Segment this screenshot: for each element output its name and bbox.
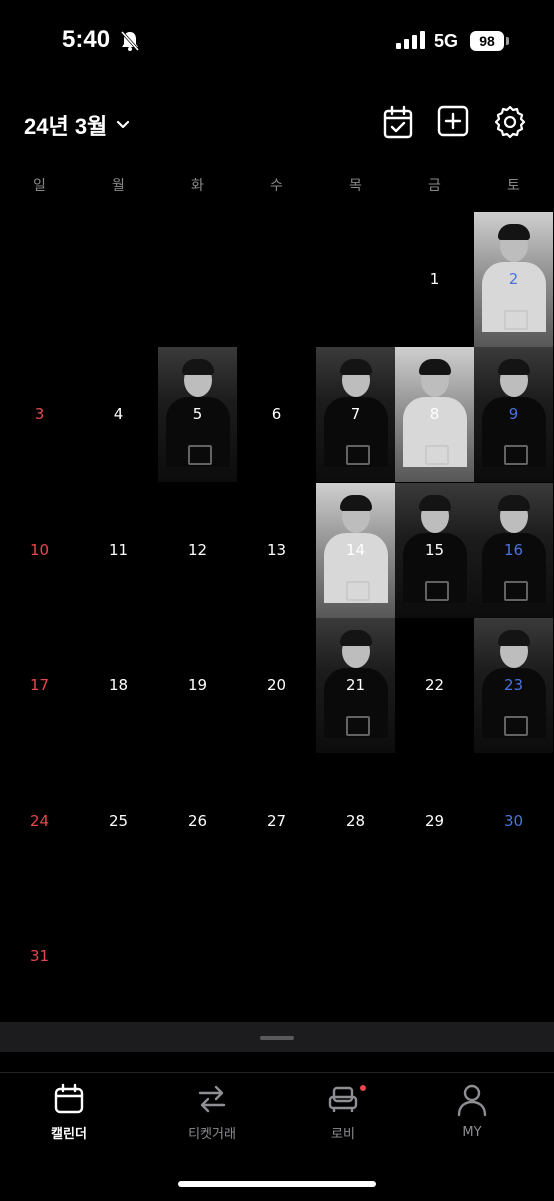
calendar-day[interactable]: 1 [395, 212, 474, 347]
month-title[interactable]: 24년 3월 [24, 109, 107, 141]
day-number: 30 [503, 811, 524, 830]
weekday-wed: 수 [270, 178, 283, 194]
day-number: 17 [29, 676, 50, 695]
day-number: 5 [192, 405, 203, 424]
day-number: 31 [29, 947, 50, 965]
tab-my-label: MY [462, 1125, 482, 1140]
weekday-sat: 토 [507, 178, 520, 194]
signal-icon [396, 31, 426, 53]
home-indicator [178, 1181, 376, 1187]
weekday-mon: 월 [112, 178, 125, 194]
calendar-day[interactable]: 5 [158, 347, 237, 483]
calendar-day[interactable]: 25 [79, 754, 158, 889]
add-icon[interactable] [437, 105, 471, 139]
calendar-day[interactable]: 15 [395, 482, 474, 618]
calendar-day[interactable]: 27 [237, 754, 316, 889]
sofa-icon [274, 1083, 412, 1119]
day-number: 28 [345, 811, 366, 830]
calendar-day[interactable]: 12 [158, 483, 237, 618]
calendar-day[interactable]: 8 [395, 347, 474, 483]
calendar-day[interactable]: 18 [79, 618, 158, 753]
day-number: 8 [429, 405, 440, 424]
gear-icon[interactable] [493, 105, 527, 139]
calendar-day[interactable]: 28 [316, 754, 395, 889]
calendar-day[interactable]: 17 [0, 618, 79, 753]
tab-lobby-label: 로비 [331, 1127, 355, 1142]
calendar-day[interactable]: 11 [79, 483, 158, 618]
calendar-day[interactable]: 7 [316, 347, 395, 483]
day-number: 9 [508, 405, 519, 424]
tab-lobby[interactable]: 로비 [274, 1083, 412, 1142]
notification-dot [360, 1085, 366, 1091]
calendar-header: 24년 3월 [0, 95, 554, 155]
day-number: 20 [266, 676, 287, 695]
day-number: 2 [508, 270, 519, 288]
calendar-check-icon[interactable] [382, 105, 416, 139]
weekday-header: 일 월 화 수 목 금 토 [0, 175, 554, 201]
day-number: 26 [187, 811, 208, 830]
day-number: 4 [113, 405, 124, 424]
calendar-icon [0, 1083, 138, 1119]
weekday-sun: 일 [33, 178, 46, 194]
calendar-day[interactable]: 9 [474, 347, 553, 483]
calendar-day[interactable]: 23 [474, 618, 553, 754]
day-number: 11 [108, 540, 129, 559]
calendar-day[interactable]: 31 [0, 889, 79, 1024]
day-number: 25 [108, 811, 129, 830]
calendar-day[interactable]: 26 [158, 754, 237, 889]
calendar-day[interactable]: 2 [474, 212, 553, 347]
battery-tip [506, 37, 509, 45]
calendar-day[interactable]: 14 [316, 482, 395, 618]
day-number: 18 [108, 676, 129, 695]
bell-muted-icon [120, 30, 140, 56]
calendar-day[interactable]: 10 [0, 483, 79, 618]
day-number: 7 [350, 405, 361, 424]
day-number: 24 [29, 811, 50, 830]
weekday-thu: 목 [349, 178, 362, 194]
calendar-day[interactable]: 29 [395, 754, 474, 889]
weekday-tue: 화 [191, 178, 204, 194]
day-number: 23 [503, 676, 524, 695]
person-icon [403, 1083, 541, 1121]
day-number: 10 [29, 540, 50, 559]
day-number: 6 [271, 405, 282, 424]
tab-ticket-trade[interactable]: 티켓거래 [143, 1083, 281, 1142]
day-number: 15 [424, 540, 445, 559]
network-type: 5G [434, 31, 459, 51]
battery-icon: 98 [470, 31, 504, 51]
calendar-day[interactable]: 4 [79, 347, 158, 482]
weekday-fri: 금 [428, 178, 441, 194]
day-number: 14 [345, 540, 366, 559]
calendar-day[interactable]: 24 [0, 754, 79, 889]
calendar-day[interactable]: 30 [474, 754, 553, 889]
status-bar: 5:40 5G 98 [0, 0, 554, 84]
tab-my[interactable]: MY [403, 1083, 541, 1140]
bottom-sheet-bar[interactable] [0, 1022, 554, 1052]
calendar-day[interactable]: 13 [237, 483, 316, 618]
day-number: 16 [503, 540, 524, 559]
calendar-day[interactable]: 22 [395, 618, 474, 753]
calendar-day[interactable]: 6 [237, 347, 316, 482]
calendar-day[interactable]: 21 [316, 618, 395, 754]
tab-calendar[interactable]: 캘린더 [0, 1083, 138, 1142]
swap-arrows-icon [143, 1083, 281, 1119]
day-number: 13 [266, 540, 287, 559]
day-number: 27 [266, 811, 287, 830]
calendar-day[interactable]: 20 [237, 618, 316, 753]
day-number: 12 [187, 540, 208, 559]
drag-handle[interactable] [260, 1036, 294, 1040]
calendar-day[interactable]: 19 [158, 618, 237, 753]
day-number: 19 [187, 676, 208, 695]
tab-ticket-trade-label: 티켓거래 [188, 1127, 236, 1142]
day-number: 29 [424, 811, 445, 830]
chevron-down-icon[interactable] [116, 115, 130, 134]
day-number: 1 [429, 270, 440, 288]
day-number: 3 [34, 405, 45, 424]
status-time: 5:40 [62, 26, 111, 53]
calendar-day[interactable]: 16 [474, 482, 553, 618]
day-number: 22 [424, 676, 445, 695]
day-number: 21 [345, 676, 366, 695]
calendar-day[interactable]: 3 [0, 347, 79, 482]
tab-calendar-label: 캘린더 [51, 1127, 87, 1142]
